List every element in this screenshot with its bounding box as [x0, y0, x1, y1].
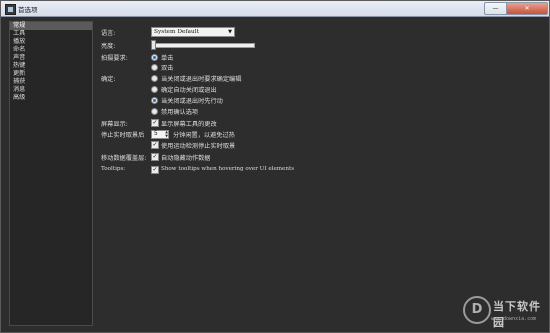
category-sidebar: 常规 工具 播放 命名 声音 热键 更新 捕获 消息 高级 — [9, 21, 93, 326]
stop-label: 停止实时取景后 — [101, 132, 145, 139]
stop-minutes-value: 5 — [154, 131, 158, 137]
sidebar-item-advanced[interactable]: 高级 — [10, 94, 92, 102]
screen-label: 屏幕显示: — [101, 121, 128, 128]
mobile-label: 移动数据覆盖层: — [101, 155, 147, 162]
confirm-option-3-label: 当关闭或退出时先行动 — [161, 98, 223, 105]
watermark-logo: D — [463, 296, 491, 324]
watermark-name: 当下软件园 — [493, 300, 541, 329]
screen-checkbox-label: 显示屏幕工具的更改 — [161, 121, 217, 128]
language-select[interactable]: System Default ▼ — [151, 27, 235, 37]
confirm-option-3-radio[interactable] — [151, 97, 158, 104]
confirm-option-1-radio[interactable] — [151, 75, 158, 82]
shot-label: 拍摄要求: — [101, 55, 128, 62]
tooltips-label: Tooltips: — [101, 166, 126, 172]
shot-single-radio[interactable] — [151, 54, 158, 61]
brightness-label: 亮度: — [101, 43, 116, 50]
app-icon — [5, 4, 16, 15]
general-settings-panel: 语言: System Default ▼ 亮度: 拍摄要求: 单击 双击 确定:… — [97, 21, 543, 324]
sidebar-item-capture[interactable]: 捕获 — [10, 78, 92, 86]
brightness-slider-thumb[interactable] — [151, 40, 156, 50]
shot-double-label: 双击 — [161, 65, 174, 72]
dropdown-arrow-icon: ▼ — [228, 29, 232, 35]
confirm-option-4-radio[interactable] — [151, 108, 158, 115]
sidebar-item-update[interactable]: 更新 — [10, 70, 92, 78]
shot-double-radio[interactable] — [151, 64, 158, 71]
title-bar: 首选项 — ✕ — [1, 1, 549, 17]
tooltips-checkbox[interactable]: ✓ — [151, 166, 159, 174]
stop-suffix-label: 分钟闲置，以避免过热 — [173, 132, 235, 139]
confirm-label: 确定: — [101, 76, 116, 83]
shot-single-label: 单击 — [161, 55, 174, 62]
tooltips-checkbox-label: Show tooltips when hovering over UI elem… — [161, 166, 295, 172]
watermark: D 当下软件园 www.downxia.com — [461, 294, 546, 330]
language-select-value: System Default — [154, 29, 199, 35]
stop-minutes-stepper[interactable]: 5 ▲ ▼ — [151, 130, 169, 139]
sidebar-item-general[interactable]: 常规 — [10, 22, 92, 30]
sidebar-item-hotkeys[interactable]: 热键 — [10, 62, 92, 70]
preferences-window: 首选项 — ✕ 常规 工具 播放 命名 声音 热键 更新 捕获 消息 高级 语言… — [0, 0, 550, 333]
motion-checkbox-label: 使用运动检测停止实时取景 — [161, 143, 236, 150]
stepper-arrows-icon[interactable]: ▲ ▼ — [165, 130, 168, 138]
close-button[interactable]: ✕ — [506, 2, 548, 15]
mobile-checkbox-label: 自动隐藏动作数据 — [161, 155, 211, 162]
brightness-slider-track[interactable] — [151, 43, 255, 48]
watermark-url: www.downxia.com — [491, 316, 537, 322]
mobile-checkbox[interactable]: ✓ — [151, 153, 159, 161]
minimize-button[interactable]: — — [484, 2, 507, 15]
window-title: 首选项 — [18, 6, 38, 14]
confirm-option-1-label: 当关闭或退出时要求确定编辑 — [161, 76, 242, 83]
confirm-option-2-radio[interactable] — [151, 86, 158, 93]
sidebar-item-sound[interactable]: 声音 — [10, 54, 92, 62]
sidebar-item-tools[interactable]: 工具 — [10, 30, 92, 38]
confirm-option-4-label: 禁用确认选项 — [161, 109, 199, 116]
motion-checkbox[interactable]: ✓ — [151, 141, 159, 149]
sidebar-item-naming[interactable]: 命名 — [10, 46, 92, 54]
sidebar-item-playback[interactable]: 播放 — [10, 38, 92, 46]
language-label: 语言: — [101, 30, 116, 37]
screen-checkbox[interactable]: ✓ — [151, 119, 159, 127]
confirm-option-2-label: 确定自动关闭或退出 — [161, 87, 217, 94]
sidebar-item-messages[interactable]: 消息 — [10, 86, 92, 94]
